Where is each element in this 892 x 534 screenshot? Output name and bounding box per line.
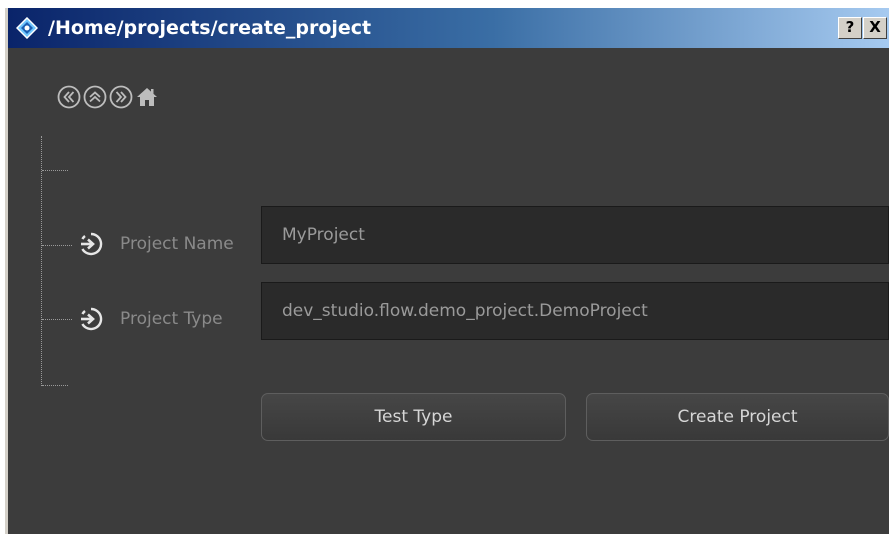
project-type-input[interactable]: dev_studio.flow.demo_project.DemoProject: [261, 282, 889, 340]
circle-chevron-right-icon[interactable]: [109, 85, 133, 109]
tree-branch: [42, 245, 72, 246]
home-icon[interactable]: [135, 85, 159, 109]
tree-branch: [42, 319, 72, 320]
app-icon: [16, 17, 38, 39]
test-type-button[interactable]: Test Type: [261, 393, 566, 441]
title-bar[interactable]: /Home/projects/create_project ? X: [8, 8, 889, 48]
circle-chevron-up-icon[interactable]: [83, 85, 107, 109]
tree-branch: [42, 170, 68, 171]
input-arrow-icon: [81, 232, 103, 256]
tree-branch: [42, 385, 68, 386]
project-type-label: Project Type: [120, 309, 223, 329]
close-button[interactable]: X: [863, 17, 887, 39]
create-project-button[interactable]: Create Project: [586, 393, 889, 441]
project-name-label: Project Name: [120, 234, 234, 254]
input-arrow-icon: [81, 307, 103, 331]
main-content: Project Name MyProject Project Type dev_…: [8, 48, 889, 534]
circle-chevron-left-icon[interactable]: [57, 85, 81, 109]
window-title: /Home/projects/create_project: [48, 17, 372, 39]
help-button[interactable]: ?: [838, 17, 862, 39]
tree-connector: [41, 136, 42, 386]
dialog-window: /Home/projects/create_project ? X Projec…: [5, 8, 889, 534]
project-name-input[interactable]: MyProject: [261, 206, 889, 264]
